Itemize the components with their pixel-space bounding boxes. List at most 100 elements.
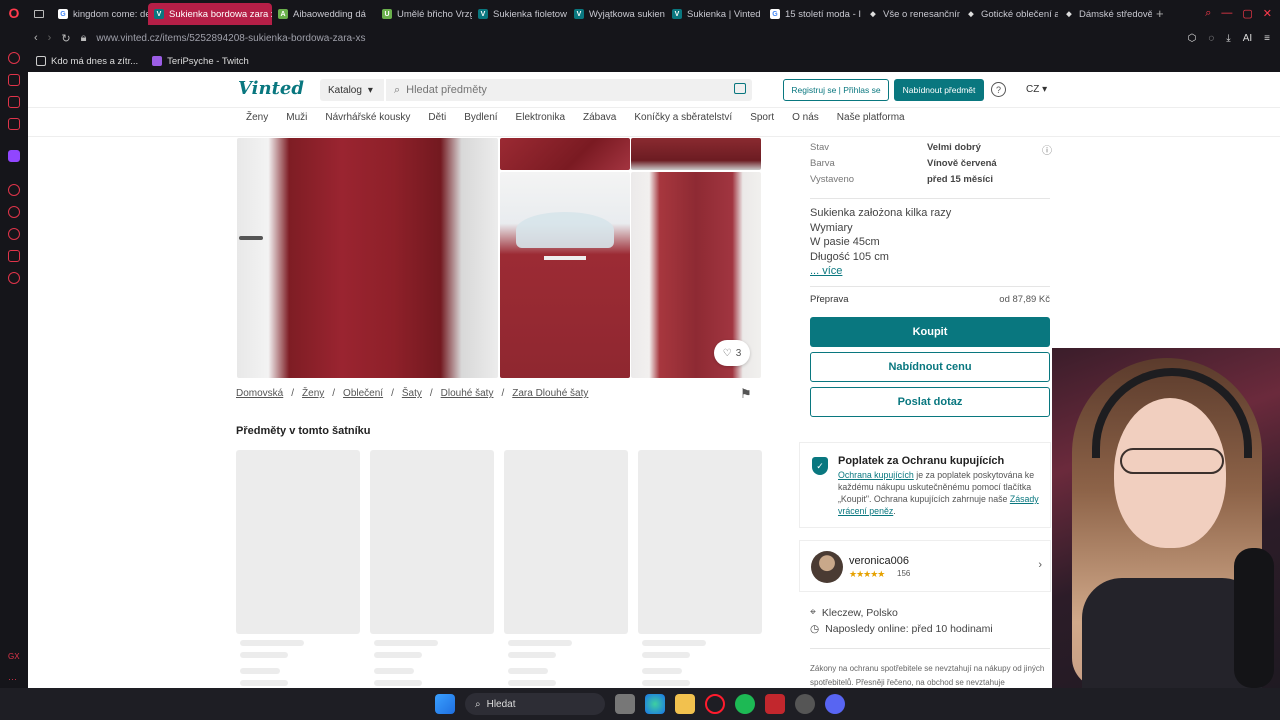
twitch-icon[interactable] xyxy=(8,150,20,162)
heart-icon[interactable] xyxy=(8,206,20,218)
tab-8[interactable]: ◆ Vše o renesančním xyxy=(862,3,960,25)
edge-icon[interactable] xyxy=(645,694,665,714)
favourite-button[interactable]: ♡ 3 xyxy=(714,340,750,366)
bookmark-0[interactable]: Kdo má dnes a zítr... xyxy=(36,56,138,67)
ask-seller-button[interactable]: Poslat dotaz xyxy=(810,387,1050,417)
make-offer-button[interactable]: Nabídnout cenu xyxy=(810,352,1050,382)
show-more-link[interactable]: ... více xyxy=(810,265,842,277)
category-item[interactable]: Zábava xyxy=(583,112,616,123)
item-photo-2[interactable] xyxy=(500,138,630,170)
history-icon[interactable] xyxy=(8,228,20,240)
bookmark-1[interactable]: TeriPsyche - Twitch xyxy=(152,56,249,67)
back-icon[interactable]: ‹ xyxy=(34,32,38,44)
maximize-icon[interactable]: ▢ xyxy=(1242,7,1252,20)
file-explorer-icon[interactable] xyxy=(675,694,695,714)
hanger xyxy=(516,212,614,248)
category-item[interactable]: Bydlení xyxy=(464,112,497,123)
tab-4[interactable]: V Sukienka fioletow xyxy=(472,3,568,25)
breadcrumb-link[interactable]: Domovská xyxy=(236,388,283,399)
extensions-icon[interactable] xyxy=(8,250,20,262)
item-photo-4[interactable] xyxy=(500,172,630,378)
category-item[interactable]: Ženy xyxy=(246,112,268,123)
report-flag-icon[interactable]: ⚑ xyxy=(740,386,752,402)
wallet-icon[interactable]: ◌ xyxy=(1208,33,1214,44)
vinted-icon: V xyxy=(672,9,682,19)
breadcrumb-link[interactable]: Dlouhé šaty xyxy=(441,388,494,399)
app-icon[interactable] xyxy=(765,694,785,714)
tab-0[interactable]: Gkingdom come: de xyxy=(52,3,148,25)
reload-icon[interactable]: ↻ xyxy=(61,32,70,45)
buy-button[interactable]: Koupit xyxy=(810,317,1050,347)
tab-2[interactable]: A Aibaowedding dá xyxy=(272,3,376,25)
bag-icon[interactable] xyxy=(8,74,20,86)
search-input[interactable] xyxy=(406,84,727,96)
document-icon xyxy=(36,56,46,66)
category-item[interactable]: Elektronika xyxy=(516,112,565,123)
microphone xyxy=(1234,548,1274,688)
tab-overview-icon[interactable] xyxy=(28,3,52,25)
sell-item-button[interactable]: Nabídnout předmět xyxy=(894,79,984,101)
vinted-logo[interactable]: Vinted xyxy=(238,78,304,99)
player-icon[interactable] xyxy=(8,184,20,196)
seller-avatar[interactable] xyxy=(811,551,843,583)
tab-10[interactable]: ◆ Dámské středověk xyxy=(1058,3,1152,25)
protection-text: Ochrana kupujících je za poplatek poskyt… xyxy=(838,470,1039,516)
close-icon[interactable]: ✕ xyxy=(1263,7,1272,20)
tab-3[interactable]: U Umělé břicho Vrzg xyxy=(376,3,472,25)
chevron-right-icon[interactable]: › xyxy=(1038,559,1042,571)
camera-icon[interactable] xyxy=(734,83,746,94)
seller-card[interactable]: veronica006 ★★★★★ 156 › xyxy=(799,540,1051,592)
more-dots-icon[interactable]: ··· xyxy=(8,674,20,686)
seller-name[interactable]: veronica006 xyxy=(849,555,909,567)
category-item[interactable]: Naše platforma xyxy=(837,112,905,123)
messenger-icon[interactable] xyxy=(8,96,20,108)
language-selector[interactable]: CZ ▾ xyxy=(1026,84,1047,95)
opera-gx-icon[interactable] xyxy=(705,694,725,714)
tab-1[interactable]: V Sukienka bordowa zara xs xyxy=(148,3,272,25)
category-item[interactable]: Návrhářské kousky xyxy=(325,112,410,123)
menu-icon[interactable]: ≡ xyxy=(1264,33,1270,44)
breadcrumb-link[interactable]: Ženy xyxy=(302,388,324,399)
aria-ai-button[interactable]: AI xyxy=(1243,33,1252,44)
breadcrumb-link[interactable]: Oblečení xyxy=(343,388,383,399)
tab-5[interactable]: V Wyjątkowa sukien xyxy=(568,3,666,25)
help-icon[interactable]: ? xyxy=(991,82,1006,97)
gx-icon[interactable]: GX xyxy=(8,652,20,664)
register-login-button[interactable]: Registruj se | Přihlas se xyxy=(783,79,889,101)
tab-7[interactable]: G 15 století moda - I xyxy=(764,3,862,25)
forward-icon[interactable]: › xyxy=(48,32,52,44)
download-icon[interactable]: ⤓ xyxy=(1226,33,1230,44)
new-tab-plus-icon[interactable]: + xyxy=(1156,6,1164,21)
item-photo-main[interactable] xyxy=(237,138,498,378)
category-item[interactable]: Muži xyxy=(286,112,307,123)
category-item[interactable]: Děti xyxy=(428,112,446,123)
category-item[interactable]: Koníčky a sběratelství xyxy=(634,112,732,123)
catalog-dropdown[interactable]: Katalog ▾ xyxy=(320,79,384,101)
search-tabs-icon[interactable]: ⌕ xyxy=(1205,7,1211,20)
item-photo-3[interactable] xyxy=(631,138,761,170)
windows-start-icon[interactable] xyxy=(435,694,455,714)
ai-assistant-icon[interactable] xyxy=(8,52,20,64)
minimize-icon[interactable]: — xyxy=(1221,7,1232,20)
taskbar-search[interactable]: ⌕ Hledat xyxy=(465,693,605,715)
instagram-icon[interactable] xyxy=(8,118,20,130)
task-view-icon[interactable] xyxy=(615,694,635,714)
wardrobe-item-placeholder xyxy=(370,450,494,634)
settings-gear-icon[interactable] xyxy=(8,272,20,284)
url-field[interactable]: www.vinted.cz/items/5252894208-sukienka-… xyxy=(96,33,365,44)
buyer-protection-link[interactable]: Ochrana kupujících xyxy=(838,470,914,480)
app-icon[interactable] xyxy=(795,694,815,714)
opera-logo-icon[interactable]: O xyxy=(0,0,28,26)
spotify-icon[interactable] xyxy=(735,694,755,714)
breadcrumb-link[interactable]: Zara Dlouhé šaty xyxy=(512,388,588,399)
breadcrumb-link[interactable]: Šaty xyxy=(402,388,422,399)
search-box[interactable]: ⌕ xyxy=(386,79,752,101)
discord-icon[interactable] xyxy=(825,694,845,714)
cube-icon[interactable]: ⬡ xyxy=(1188,33,1197,44)
tab-6[interactable]: V Sukienka | Vinted xyxy=(666,3,764,25)
category-item[interactable]: Sport xyxy=(750,112,774,123)
tab-9[interactable]: ◆ Gotické oblečení a xyxy=(960,3,1058,25)
review-count: 156 xyxy=(897,569,911,578)
info-icon[interactable]: ⓘ xyxy=(1042,142,1052,157)
category-item[interactable]: O nás xyxy=(792,112,819,123)
